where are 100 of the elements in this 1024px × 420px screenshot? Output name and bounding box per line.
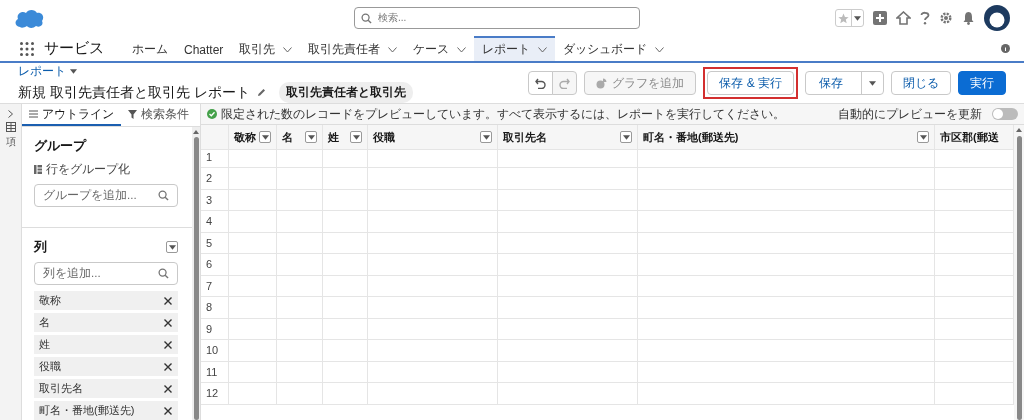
table-cell [229,383,277,405]
caret-icon [70,69,77,74]
column-search-field[interactable]: 列を追加... [34,262,178,285]
column-menu-button[interactable] [620,131,632,143]
table-cell [323,211,368,233]
close-icon[interactable] [164,384,172,393]
caret-icon [869,80,876,86]
row-number: 9 [201,318,229,340]
check-circle-icon [207,109,217,119]
column-header[interactable]: 名 [277,125,323,150]
table-cell [277,189,323,211]
search-field[interactable]: 検索... [354,7,640,29]
cloud-logo[interactable] [14,8,44,28]
table-icon [5,122,16,132]
close-icon[interactable] [164,406,172,415]
nav-tab[interactable]: ケース [405,36,475,61]
table-cell [277,254,323,276]
caret-icon [352,134,360,140]
auto-update-toggle[interactable] [992,108,1018,120]
close-icon[interactable] [164,318,172,327]
column-menu-button[interactable] [350,131,362,143]
table-cell [229,232,277,254]
column-header[interactable]: 市区郡(郵送 [935,125,1014,150]
app-launcher-icon[interactable] [20,41,34,56]
nav-tab[interactable]: レポート [474,36,556,61]
fields-label[interactable]: 項 [5,136,16,147]
table-cell [229,340,277,362]
caret-icon [622,134,630,140]
table-cell [229,318,277,340]
star-icon [838,12,849,24]
row-number: 10 [201,340,229,362]
row-number: 7 [201,275,229,297]
column-header[interactable]: 姓 [323,125,368,150]
avatar-icon[interactable] [984,5,1010,31]
scrollbar[interactable] [192,127,200,420]
column-chip[interactable]: 役職 [34,357,178,376]
column-header[interactable]: 取引先名 [498,125,638,150]
row-number: 1 [201,146,229,168]
column-header[interactable]: 町名・番地(郵送先) [638,125,935,150]
run-button[interactable]: 実行 [958,71,1006,95]
pencil-icon[interactable] [256,88,266,97]
undo-button[interactable] [528,71,554,95]
list-icon [29,110,38,118]
caret-icon [307,134,315,140]
column-chip[interactable]: 敬称 [34,291,178,310]
column-menu-button[interactable] [917,131,929,143]
search-icon [158,268,169,279]
table-cell [277,383,323,405]
panel-tab[interactable]: 検索条件 [121,104,196,126]
table-cell [323,232,368,254]
favorites-button[interactable] [835,9,864,27]
column-menu-button[interactable] [480,131,492,143]
column-chip[interactable]: 名 [34,313,178,332]
close-icon[interactable] [164,340,172,349]
settings-icon[interactable] [939,11,953,25]
column-chip[interactable]: 町名・番地(郵送先) [34,401,178,420]
section-heading: 列 [34,238,47,256]
scrollbar[interactable] [1014,125,1024,420]
report-title: 新規 取引先責任者と取引先 レポート [18,83,250,102]
table-cell [323,318,368,340]
breadcrumb-link[interactable]: レポート [18,63,66,80]
search-icon [361,12,372,24]
row-number: 5 [201,232,229,254]
column-chip[interactable]: 姓 [34,335,178,354]
nav-tab[interactable]: 取引先 [231,36,301,61]
column-header[interactable]: 役職 [368,125,498,150]
table-cell [229,361,277,383]
nav-tab[interactable]: 取引先責任者 [300,36,406,61]
close-icon[interactable] [164,296,172,305]
close-icon[interactable] [164,362,172,371]
table-cell [323,189,368,211]
report-type-badge: 取引先責任者と取引先 [278,82,413,103]
action-button[interactable]: 閉じる [891,71,951,95]
scroll-up-icon[interactable] [193,130,199,134]
table-cell [277,232,323,254]
row-number: 12 [201,383,229,405]
column-menu-button[interactable] [259,131,271,143]
table-cell [323,254,368,276]
group-search-field[interactable]: グループを追加... [34,184,178,207]
action-button[interactable]: 保存 & 実行 [707,71,794,95]
column-chip[interactable]: 取引先名 [34,379,178,398]
caret-icon [919,134,927,140]
nav-tab[interactable]: Chatter [176,36,232,61]
info-icon[interactable] [1001,44,1010,53]
column-header[interactable]: 敬称 [229,125,277,150]
nav-tab[interactable]: ホーム [124,36,176,61]
nav-tab[interactable]: ダッシュボード [555,36,673,61]
caret-icon [854,15,861,21]
chevron-right-icon[interactable] [8,110,13,118]
plus-icon[interactable] [873,11,887,25]
column-options-button[interactable] [166,241,178,253]
save-split-button[interactable]: 保存 [805,71,884,95]
undo-icon [535,77,547,89]
column-menu-button[interactable] [305,131,317,143]
table-cell [229,189,277,211]
help-icon[interactable] [920,11,930,25]
scroll-up-icon[interactable] [1016,128,1022,132]
bell-icon[interactable] [962,11,975,25]
hint-text: 行をグループ化 [46,161,130,178]
panel-tab[interactable]: アウトライン [22,104,121,126]
